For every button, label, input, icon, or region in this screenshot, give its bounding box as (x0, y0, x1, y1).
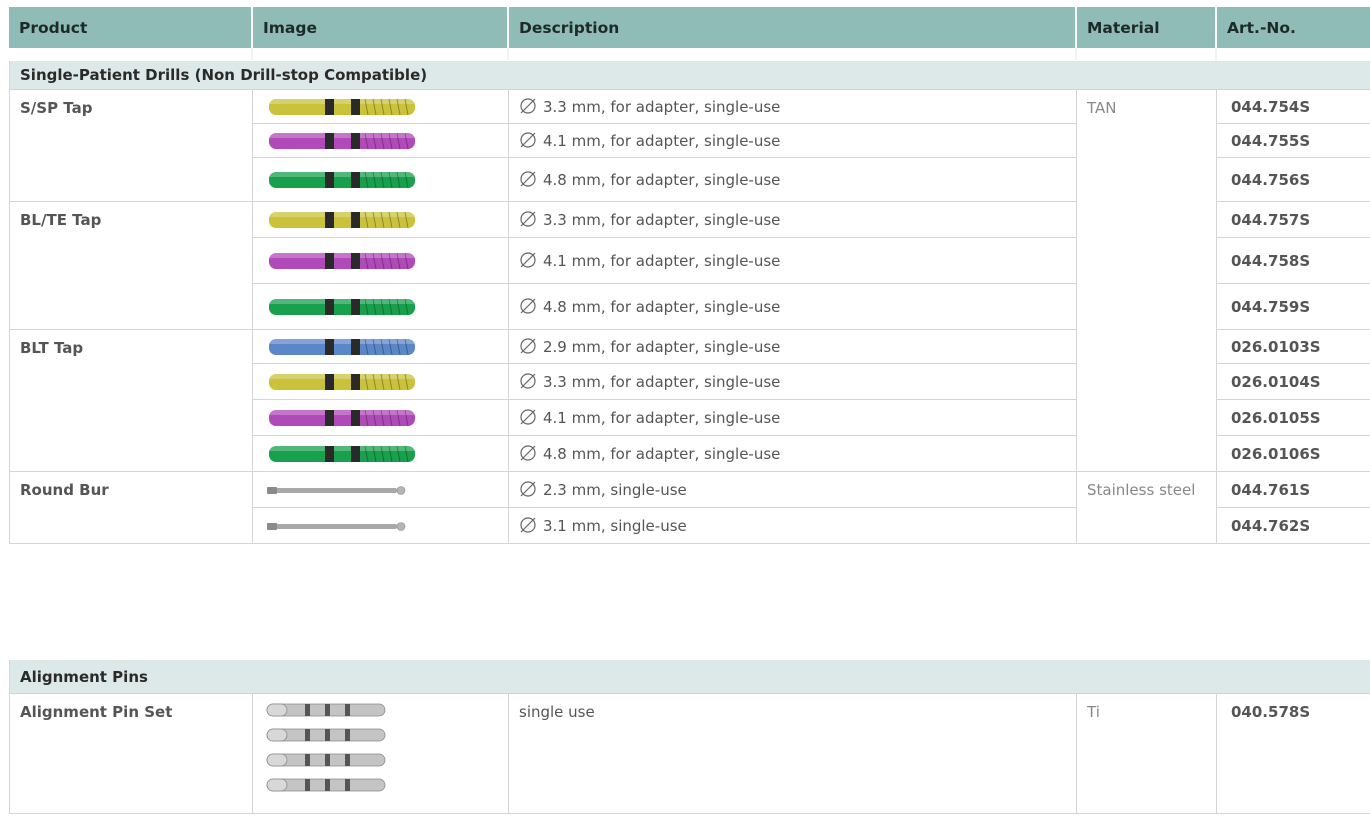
description-text: 4.8 mm, for adapter, single-use (543, 298, 781, 316)
tap-drill-image (269, 445, 415, 462)
article-number: 044.754S (1215, 89, 1370, 124)
tap-drill-image (269, 338, 415, 355)
diameter-icon (519, 516, 537, 534)
tool-image (252, 123, 509, 158)
alignment-pin-set-image (266, 703, 386, 792)
material-cell: TAN (1076, 89, 1217, 472)
single-patient-drills-table: Single-Patient Drills (Non Drill-stop Co… (8, 61, 1370, 544)
article-number: 026.0105S (1215, 399, 1370, 436)
article-number: 044.761S (1215, 471, 1370, 508)
tool-image (252, 399, 509, 436)
article-number: 044.755S (1215, 123, 1370, 158)
diameter-icon (519, 131, 537, 149)
description-cell: 2.3 mm, single-use (508, 471, 1077, 508)
table-row: Round Bur 2.3 mm, single-use Stainless s… (9, 471, 1370, 544)
tool-image (252, 237, 509, 284)
table-row: Alignment Pin Set single use Ti 040.578S (9, 693, 1370, 814)
diameter-icon (519, 297, 537, 315)
tool-image (252, 329, 509, 364)
description-cell: 3.3 mm, for adapter, single-use (508, 201, 1077, 238)
tap-drill-image (269, 409, 415, 426)
description-text: 3.3 mm, for adapter, single-use (543, 373, 781, 391)
description-text: 4.1 mm, for adapter, single-use (543, 132, 781, 150)
tool-image (252, 693, 509, 814)
tool-image (252, 471, 509, 508)
description-text: single use (508, 693, 1077, 814)
description-cell: 4.8 mm, for adapter, single-use (508, 435, 1077, 472)
article-number: 026.0106S (1215, 435, 1370, 472)
description-cell: 2.9 mm, for adapter, single-use (508, 329, 1077, 364)
description-cell: 4.1 mm, for adapter, single-use (508, 237, 1077, 284)
material-cell: Stainless steel (1076, 471, 1217, 544)
article-number: 044.757S (1215, 201, 1370, 238)
tool-image (252, 283, 509, 330)
diameter-icon (519, 210, 537, 228)
diameter-icon (519, 170, 537, 188)
tool-image (252, 507, 509, 544)
description-text: 3.1 mm, single-use (543, 517, 687, 535)
diameter-icon (519, 408, 537, 426)
description-text: 4.8 mm, for adapter, single-use (543, 171, 781, 189)
description-cell: 3.3 mm, for adapter, single-use (508, 89, 1077, 124)
round-bur-image (267, 485, 406, 495)
diameter-icon (519, 251, 537, 269)
diameter-icon (519, 444, 537, 462)
article-number: 044.759S (1215, 283, 1370, 330)
description-cell: 4.8 mm, for adapter, single-use (508, 283, 1077, 330)
product-name: Alignment Pin Set (9, 693, 253, 814)
description-text: 3.3 mm, for adapter, single-use (543, 211, 781, 229)
round-bur-image (267, 521, 406, 531)
alignment-pins-table: Alignment Pins Alignment Pin Set single … (8, 660, 1370, 814)
column-header-table: Product Image Description Material Art.-… (9, 7, 1370, 60)
header-description: Description (508, 7, 1077, 48)
article-number: 044.758S (1215, 237, 1370, 284)
description-cell: 4.1 mm, for adapter, single-use (508, 123, 1077, 158)
description-text: 2.9 mm, for adapter, single-use (543, 338, 781, 356)
tap-drill-image (269, 98, 415, 115)
tap-drill-image (269, 132, 415, 149)
tap-drill-image (269, 171, 415, 188)
tool-image (252, 435, 509, 472)
article-number: 040.578S (1215, 693, 1370, 814)
section-title: Single-Patient Drills (Non Drill-stop Co… (8, 61, 1370, 90)
table-row: S/SP Tap 3.3 mm, for adapter, single-use… (9, 89, 1370, 472)
header-product: Product (9, 7, 253, 48)
material-cell: Ti (1076, 693, 1217, 814)
diameter-icon (519, 337, 537, 355)
tap-drill-image (269, 211, 415, 228)
tool-image (252, 157, 509, 202)
product-name: BLT Tap (9, 329, 253, 472)
article-number: 044.756S (1215, 157, 1370, 202)
tool-image (252, 201, 509, 238)
section-title: Alignment Pins (8, 660, 1370, 694)
description-cell: 4.1 mm, for adapter, single-use (508, 399, 1077, 436)
product-name: Round Bur (9, 471, 253, 544)
tap-drill-image (269, 298, 415, 315)
description-cell: 4.8 mm, for adapter, single-use (508, 157, 1077, 202)
diameter-icon (519, 480, 537, 498)
description-text: 2.3 mm, single-use (543, 481, 687, 499)
description-cell: 3.1 mm, single-use (508, 507, 1077, 544)
tool-image (252, 363, 509, 400)
article-number: 044.762S (1215, 507, 1370, 544)
description-text: 4.1 mm, for adapter, single-use (543, 409, 781, 427)
tap-drill-image (269, 373, 415, 390)
product-name: S/SP Tap (9, 89, 253, 202)
article-number: 026.0104S (1215, 363, 1370, 400)
diameter-icon (519, 372, 537, 390)
header-material: Material (1076, 7, 1217, 48)
tool-image (252, 89, 509, 124)
article-number: 026.0103S (1215, 329, 1370, 364)
header-image: Image (252, 7, 509, 48)
diameter-icon (519, 97, 537, 115)
header-art-no: Art.-No. (1216, 7, 1370, 48)
product-name: BL/TE Tap (9, 201, 253, 330)
description-cell: 3.3 mm, for adapter, single-use (508, 363, 1077, 400)
description-text: 3.3 mm, for adapter, single-use (543, 98, 781, 116)
tap-drill-image (269, 252, 415, 269)
description-text: 4.1 mm, for adapter, single-use (543, 252, 781, 270)
description-text: 4.8 mm, for adapter, single-use (543, 445, 781, 463)
